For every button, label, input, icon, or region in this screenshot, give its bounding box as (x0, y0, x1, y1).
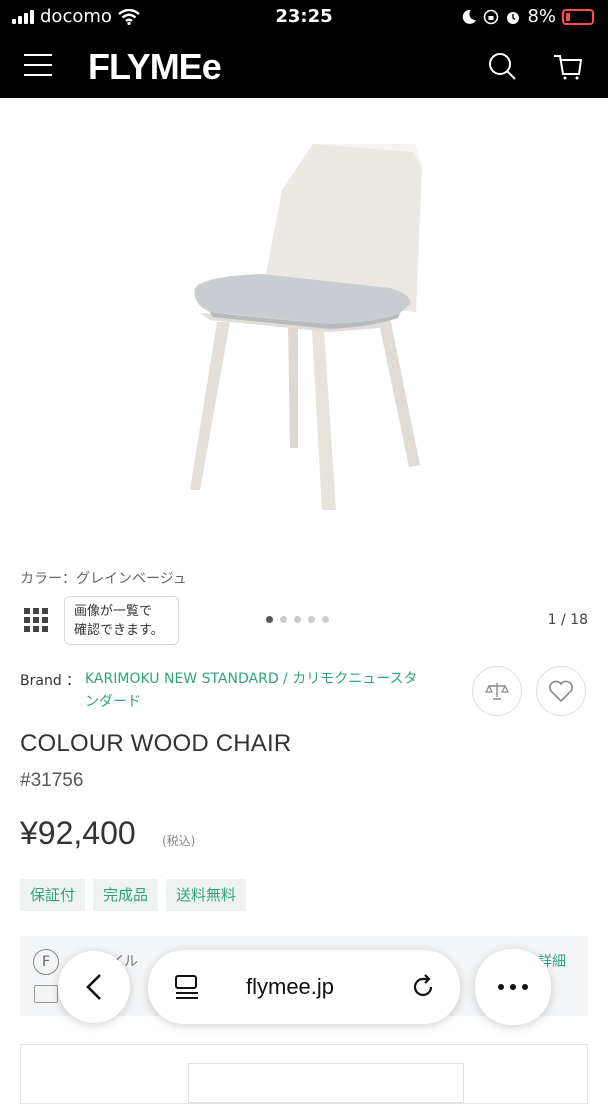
cart-icon[interactable] (552, 50, 584, 82)
tax-note: (税込) (162, 834, 196, 848)
compare-button[interactable] (472, 666, 522, 716)
back-button[interactable] (58, 951, 130, 1023)
heart-icon (549, 680, 573, 703)
battery-icon (562, 8, 594, 25)
favorite-button[interactable] (536, 666, 586, 716)
search-icon[interactable] (486, 50, 518, 82)
pagination-dot[interactable] (322, 616, 329, 623)
product-price: ¥92,400 (20, 815, 136, 851)
content-card-button[interactable] (188, 1063, 464, 1103)
menu-icon[interactable] (24, 54, 52, 76)
product-title: COLOUR WOOD CHAIR (20, 730, 292, 757)
site-header: FLYMEe (0, 34, 608, 98)
f-badge-icon: F (33, 949, 59, 975)
compare-icon (485, 683, 509, 700)
more-icon (498, 984, 528, 990)
status-bar: docomo 23:25 8% (0, 0, 608, 34)
more-button[interactable] (475, 949, 551, 1025)
battery-percent: 8% (527, 6, 556, 27)
pagination-dot[interactable] (266, 616, 273, 623)
site-logo[interactable]: FLYMEe (88, 46, 222, 88)
product-tags: 保証付 完成品 送料無料 (20, 879, 247, 911)
image-pagination-dots[interactable] (266, 616, 329, 623)
gallery-grid-icon[interactable] (24, 608, 48, 632)
pagination-dot[interactable] (294, 616, 301, 623)
gallery-hint-tooltip: 画像が一覧で 確認できます。 (64, 596, 179, 645)
brand-label: Brand ： (20, 673, 81, 689)
url-text[interactable]: flymee.jp (246, 974, 334, 1000)
product-image[interactable] (0, 98, 608, 550)
color-label: カラー：グレインベージュ (20, 571, 187, 587)
back-icon (86, 974, 101, 1000)
orientation-lock-icon (484, 9, 499, 24)
image-counter: 1 / 18 (547, 612, 588, 628)
tabs-icon[interactable] (174, 974, 200, 1000)
moon-icon (463, 9, 477, 24)
tag-free-shipping: 送料無料 (166, 879, 247, 911)
alarm-icon (507, 11, 520, 24)
tag-warranty: 保証付 (20, 879, 86, 911)
pagination-dot[interactable] (308, 616, 315, 623)
brand-link[interactable]: KARIMOKU NEW STANDARD / カリモクニュースタンダード (85, 668, 430, 714)
address-bar[interactable]: flymee.jp (148, 950, 460, 1024)
product-sku: #31756 (20, 770, 84, 791)
tag-assembled: 完成品 (93, 879, 159, 911)
pagination-dot[interactable] (280, 616, 287, 623)
reload-icon[interactable] (410, 974, 436, 1000)
card-icon (34, 985, 58, 1003)
status-right: 8% (461, 6, 594, 27)
